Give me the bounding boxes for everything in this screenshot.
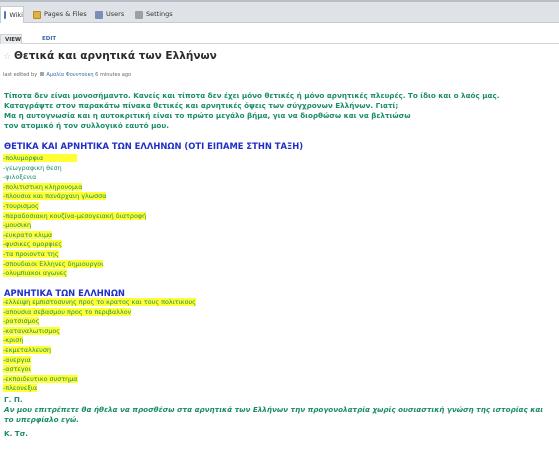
list-item: -πλουσια και πανάρχαιη γλωσσα <box>3 192 107 201</box>
tab-wiki-label: Wiki <box>9 10 23 19</box>
favorite-star-icon[interactable]: ☆ <box>3 52 11 62</box>
settings-icon <box>135 10 143 19</box>
list-item: -πολυμορφια <box>3 154 146 164</box>
negatives-heading: ΑΡΝΗΤΙΚΑ ΤΩΝ ΕΛΛΗΝΩΝ <box>4 288 125 298</box>
top-nav-bar: Wiki Pages & Files Users Settings <box>0 0 559 23</box>
top-shadow <box>0 0 559 2</box>
list-item: -πολιτιστικη κληρονομια <box>3 182 83 191</box>
tab-users[interactable]: Users <box>92 6 128 23</box>
intro-line-3: Μα η αυτογνωσία και η αυτοκριτική είναι … <box>4 111 411 120</box>
page-meta: last edited by Αμαλία Φουντούκη 6 minute… <box>3 72 131 78</box>
list-item: -τα προιοντα της <box>3 249 59 258</box>
meta-time: 6 minutes ago <box>95 72 132 78</box>
intro-line-4: τον ατομικό ή τον συλλογικό εαυτό μου. <box>4 121 169 130</box>
signature-2: Κ. Τσ. <box>4 429 29 438</box>
positives-list: -πολυμορφια -γεωγραφικη θεση -φιλοξενια … <box>3 154 147 279</box>
list-item: -ανεργια <box>3 355 31 364</box>
view-tab[interactable]: VIEW <box>0 34 22 44</box>
users-icon <box>95 10 103 19</box>
list-item: -κριση <box>3 336 24 345</box>
list-item: -τουρισμος <box>3 201 39 210</box>
list-item: -μουσικη <box>3 221 32 230</box>
tab-pages-label: Pages & Files <box>44 10 87 18</box>
list-item: -ελλειψη εμπιστοσυνης προς το κρατος και… <box>3 298 196 306</box>
list-item: -ολυμπιακοι αγωνες <box>3 269 67 278</box>
list-item: -ρατσισμος <box>3 317 40 326</box>
tab-pages-files[interactable]: Pages & Files <box>30 6 88 23</box>
intro-line-2: Καταγράψτε στον παρακάτω πίνακα θετικές … <box>4 101 399 110</box>
intro-line-1: Τίποτα δεν είναι μονοσήμαντο. Κανείς και… <box>4 91 500 100</box>
list-item: -παραδοσιακη κουζίνα-μεσογειακή διατροφή <box>3 211 147 220</box>
list-item: -εκμεταλλευση <box>3 345 51 354</box>
list-item: -φιλοξενια <box>3 173 37 182</box>
page-mode-bar: VIEW EDIT <box>0 34 559 44</box>
note-text: Αν μου επιτρέπετε θα ήθελα να προσθέσω σ… <box>4 405 544 424</box>
list-item: -φυσικες ομορφιες <box>3 240 62 249</box>
positives-heading: ΘΕΤΙΚΑ ΚΑΙ ΑΡΝΗΤΙΚΑ ΤΩΝ ΕΛΛΗΝΩΝ (ΟΤΙ ΕΙΠ… <box>4 141 304 151</box>
meta-prefix: last edited by <box>3 72 38 78</box>
list-item: -εκπαιδευτικο συστημα <box>3 374 78 383</box>
list-item: -απουσια σεβασμου προς το περιβαλλον <box>3 307 132 316</box>
list-item: -αστεγοι <box>3 365 31 374</box>
pages-icon <box>33 10 41 19</box>
page-title: Θετικά και αρνητικά των Ελλήνων <box>14 50 217 62</box>
list-item: -πλεονεξια <box>3 384 38 393</box>
avatar <box>39 72 44 76</box>
tab-wiki[interactable]: Wiki <box>0 6 24 23</box>
tab-users-label: Users <box>106 10 125 18</box>
list-item: -ευκρατο κλιμα <box>3 230 53 239</box>
list-item: -γεωγραφικη θεση <box>3 163 62 172</box>
list-item: -σπουδαιοι Ελληνες δημιουργοι <box>3 259 104 268</box>
tab-settings[interactable]: Settings <box>132 6 174 23</box>
tab-settings-label: Settings <box>146 10 173 18</box>
intro-text: Τίποτα δεν είναι μονοσήμαντο. Κανείς και… <box>4 91 544 131</box>
negatives-list: -ελλειψη εμπιστοσυνης προς το κρατος και… <box>3 298 196 394</box>
meta-user-link[interactable]: Αμαλία Φουντούκη <box>46 72 93 78</box>
list-item: -καταναλωτισμος <box>3 326 61 335</box>
signature-1: Γ. Π. <box>4 395 23 404</box>
edit-tab[interactable]: EDIT <box>38 34 60 44</box>
wiki-icon <box>4 11 7 19</box>
